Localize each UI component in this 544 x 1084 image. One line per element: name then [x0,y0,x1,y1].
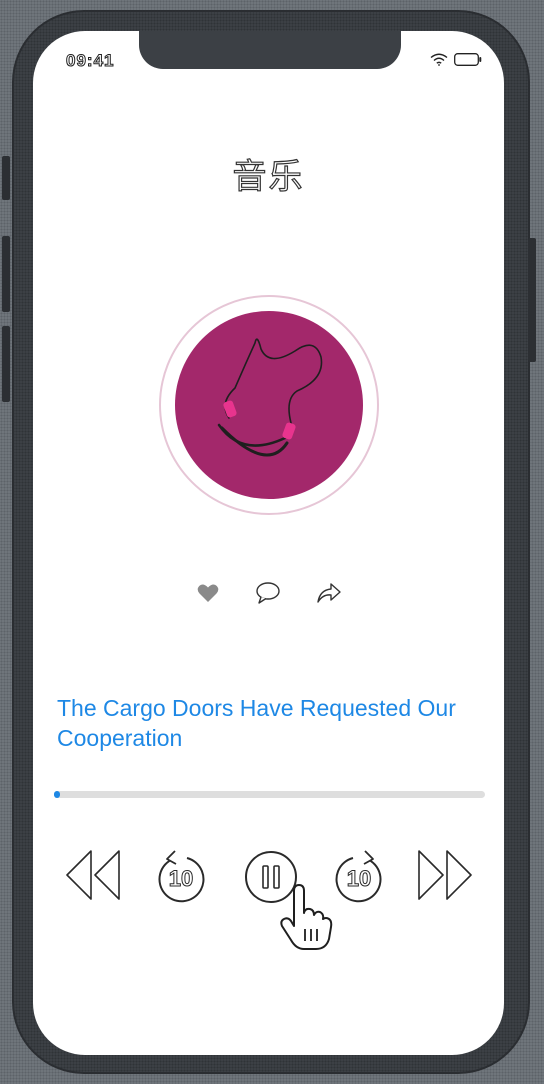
status-time: 09:41 [65,51,115,71]
skip-back-seconds-label: 10 [168,866,194,892]
volume-down-button [2,326,10,402]
notch [139,31,401,69]
song-title: The Cargo Doors Have Requested Our Coope… [57,695,456,751]
comment-icon[interactable] [255,581,281,605]
hand-pointer-icon [280,884,333,950]
wifi-icon [430,53,448,66]
page-title: 音乐 [232,157,305,196]
album-art [159,295,379,515]
progress-bar[interactable] [54,791,485,798]
rewind-icon[interactable] [65,847,121,903]
action-bar [33,581,504,611]
heart-icon[interactable] [196,581,220,605]
mute-switch [2,156,10,200]
skip-forward-seconds-label: 10 [346,866,372,892]
skip-forward-10-button[interactable]: 10 [331,849,387,905]
power-button [528,238,536,362]
volume-up-button [2,236,10,312]
battery-icon [454,53,482,66]
skip-back-10-button[interactable]: 10 [153,849,209,905]
phone-screen: 09:41 音乐 The Cargo Doors Have Requested … [33,31,504,1055]
progress-fill [54,791,61,798]
share-icon[interactable] [316,581,342,605]
playback-controls: 10 10 [33,841,504,911]
status-icons [430,53,482,66]
fast-forward-icon[interactable] [417,847,473,903]
